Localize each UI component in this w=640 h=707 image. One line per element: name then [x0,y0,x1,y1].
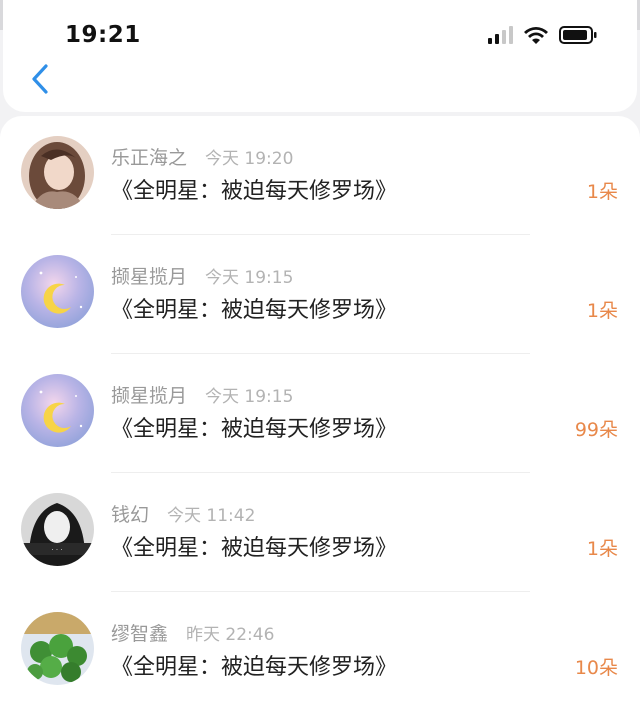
timestamp: 今天 19:15 [205,387,294,407]
book-title: 《全明星：被迫每天修罗场》 [111,536,398,561]
chevron-left-icon [32,64,48,94]
flower-count: 1朵 [586,181,618,203]
gift-record-list: 乐正海之 今天 19:20 《全明星：被迫每天修罗场》 1朵 撷星揽月 今天 1… [0,116,640,707]
wifi-icon [524,27,548,44]
flower-count: 1朵 [586,300,618,322]
timestamp: 今天 11:42 [167,506,256,526]
moon-galaxy-avatar [21,374,94,447]
timestamp: 今天 19:20 [205,149,294,169]
flower-count: 10朵 [574,657,618,679]
battery-icon [559,26,597,44]
bw-portrait-avatar: · · · [21,493,94,566]
avatar[interactable] [21,374,94,447]
name-line: 撷星揽月 今天 19:15 [111,381,293,408]
navigation-header: 19:21 [3,0,637,112]
status-icons [488,25,597,45]
flower-count: 1朵 [586,538,618,560]
portrait-girl-avatar [21,136,94,209]
back-button[interactable] [25,60,55,98]
avatar[interactable] [21,136,94,209]
book-title: 《全明星：被迫每天修罗场》 [111,179,398,204]
timestamp: 昨天 22:46 [186,625,275,645]
avatar[interactable]: · · · [21,493,94,566]
cellular-signal-icon [488,26,513,44]
flower-count: 99朵 [574,419,618,441]
book-title: 《全明星：被迫每天修罗场》 [111,655,398,680]
name-line: 撷星揽月 今天 19:15 [111,262,293,289]
list-item[interactable]: 缪智鑫 昨天 22:46 《全明星：被迫每天修罗场》 10朵 [0,592,640,707]
avatar[interactable] [21,255,94,328]
list-item[interactable]: 乐正海之 今天 19:20 《全明星：被迫每天修罗场》 1朵 [0,116,640,235]
book-title: 《全明星：被迫每天修罗场》 [111,298,398,323]
svg-text:· · ·: · · · [51,546,62,554]
status-time: 19:21 [65,22,141,48]
name-line: 钱幻 今天 11:42 [111,500,255,527]
plant-avatar [21,612,94,685]
sender-name: 乐正海之 [111,147,188,169]
sender-name: 撷星揽月 [111,266,188,288]
list-item[interactable]: 撷星揽月 今天 19:15 《全明星：被迫每天修罗场》 99朵 [0,354,640,473]
sender-name: 撷星揽月 [111,385,188,407]
list-item[interactable]: 撷星揽月 今天 19:15 《全明星：被迫每天修罗场》 1朵 [0,235,640,354]
timestamp: 今天 19:15 [205,268,294,288]
sender-name: 钱幻 [111,504,150,526]
avatar[interactable] [21,612,94,685]
name-line: 缪智鑫 昨天 22:46 [111,619,274,646]
moon-galaxy-avatar [21,255,94,328]
sender-name: 缪智鑫 [111,623,169,645]
name-line: 乐正海之 今天 19:20 [111,143,293,170]
book-title: 《全明星：被迫每天修罗场》 [111,417,398,442]
list-item[interactable]: · · · 钱幻 今天 11:42 《全明星：被迫每天修罗场》 1朵 [0,473,640,592]
